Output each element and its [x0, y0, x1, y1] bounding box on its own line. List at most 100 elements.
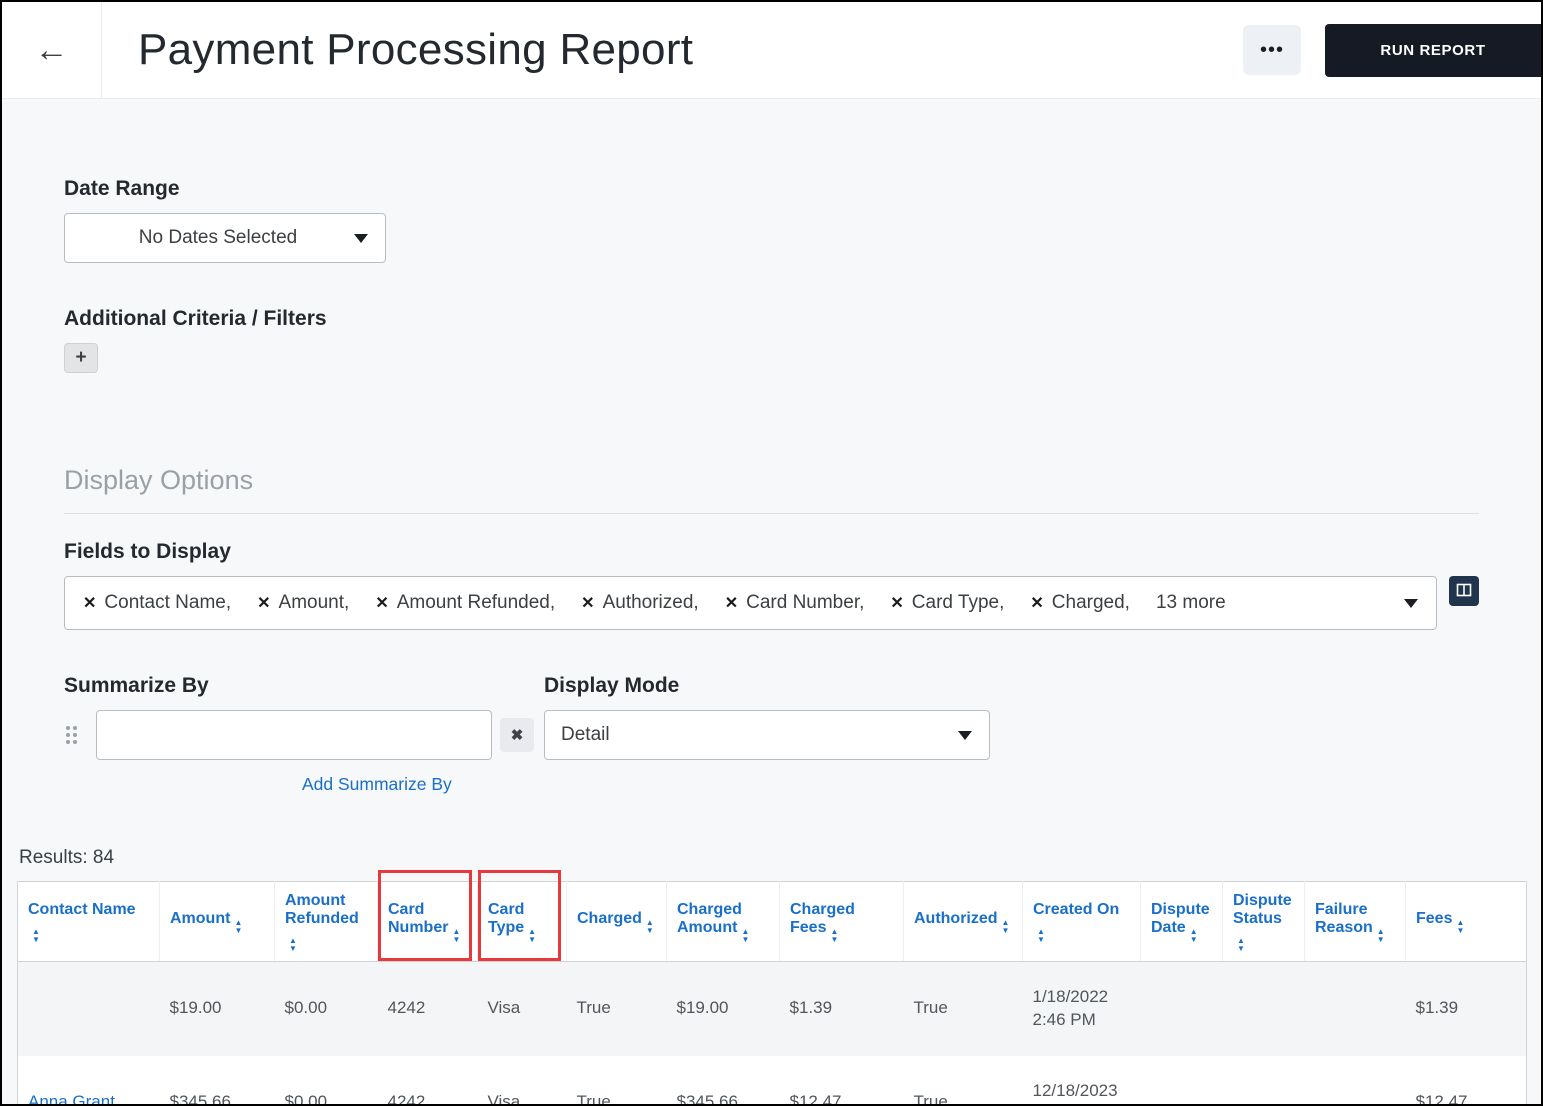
contact-link[interactable]: Anna Grant: [28, 1092, 115, 1104]
remove-icon[interactable]: ✕: [375, 593, 388, 613]
column-header-created-on[interactable]: Created On: [1022, 881, 1141, 962]
cell-created-on: 1/18/2022 2:46 PM: [1022, 961, 1141, 1056]
fields-to-display-row: ✕ Contact Name, ✕ Amount, ✕ Amount Refun…: [64, 576, 1479, 630]
cell-charged: True: [566, 961, 667, 1056]
column-header-fees[interactable]: Fees: [1405, 881, 1527, 962]
more-options-button[interactable]: •••: [1243, 25, 1301, 75]
sort-icon: [1237, 937, 1245, 953]
sort-icon: [32, 928, 40, 944]
table-row: Anna Grant $345.66 $0.00 4242 Visa True …: [17, 1055, 1527, 1104]
add-filter-button[interactable]: +: [64, 343, 98, 373]
remove-icon[interactable]: ✕: [725, 593, 738, 613]
column-header-contact-name[interactable]: Contact Name: [17, 881, 160, 962]
header-row: Contact Name Amount Amount Refunded Card…: [17, 869, 1527, 962]
top-actions: ••• RUN REPORT: [1243, 23, 1541, 77]
filters-section: Date Range No Dates Selected Additional …: [2, 99, 1541, 795]
column-header-amount-refunded[interactable]: Amount Refunded: [274, 881, 378, 962]
summarize-by-input[interactable]: [96, 710, 492, 760]
column-header-charged[interactable]: Charged: [566, 881, 667, 962]
column-header-card-number[interactable]: Card Number: [377, 869, 478, 962]
remove-icon[interactable]: ✕: [890, 593, 903, 613]
cell-authorized: True: [903, 961, 1023, 1056]
cell-fees: $12.47: [1405, 1055, 1527, 1104]
sort-icon: [741, 928, 749, 944]
more-fields-label: 13 more: [1155, 592, 1226, 613]
columns-settings-button[interactable]: [1449, 576, 1479, 606]
cell-card-type: Visa: [477, 1055, 567, 1104]
cell-failure-reason: [1304, 1055, 1406, 1104]
cell-contact-name: Anna Grant: [17, 1055, 160, 1104]
field-chip: ✕ Amount Refunded,: [375, 592, 555, 614]
cell-dispute-status: [1222, 1055, 1305, 1104]
remove-icon[interactable]: ✕: [1030, 593, 1043, 613]
date-range-value: No Dates Selected: [138, 227, 298, 248]
remove-icon[interactable]: ✕: [83, 593, 96, 613]
field-chip-label: Card Type,: [911, 592, 1005, 613]
sort-icon: [289, 937, 297, 953]
plus-icon: +: [75, 347, 87, 368]
sort-icon: [234, 919, 242, 935]
remove-icon[interactable]: ✕: [257, 593, 270, 613]
sort-icon: [528, 928, 536, 944]
content-area: Date Range No Dates Selected Additional …: [2, 99, 1541, 1104]
columns-icon: [1456, 582, 1472, 601]
cell-authorized: True: [903, 1055, 1023, 1104]
chevron-down-icon: [354, 234, 368, 243]
sort-icon: [452, 928, 460, 944]
column-header-charged-amount[interactable]: Charged Amount: [666, 881, 780, 962]
cell-card-number: 4242: [377, 1055, 478, 1104]
back-arrow-icon: ←: [34, 30, 69, 69]
field-chip: ✕ Amount,: [257, 592, 349, 614]
column-header-amount[interactable]: Amount: [159, 881, 275, 962]
date-range-label: Date Range: [64, 177, 180, 200]
cell-card-number: 4242: [377, 961, 478, 1056]
cell-amount-refunded: $0.00: [274, 1055, 378, 1104]
fields-to-display-select[interactable]: ✕ Contact Name, ✕ Amount, ✕ Amount Refun…: [64, 576, 1437, 630]
column-header-authorized[interactable]: Authorized: [903, 881, 1023, 962]
field-chip-label: Amount Refunded,: [396, 592, 556, 613]
sort-icon: [1456, 919, 1464, 935]
display-mode-value: Detail: [561, 724, 610, 745]
field-chip: ✕ Card Type,: [890, 592, 1004, 614]
column-header-failure-reason[interactable]: Failure Reason: [1304, 881, 1406, 962]
field-chip-label: Amount,: [278, 592, 350, 613]
column-header-dispute-status[interactable]: Dispute Status: [1222, 881, 1305, 962]
cell-created-on: 12/18/2023 3:34 PM: [1022, 1055, 1141, 1104]
clear-summarize-button[interactable]: ✖: [500, 718, 534, 752]
ellipsis-icon: •••: [1259, 38, 1284, 61]
add-summarize-by-link[interactable]: Add Summarize By: [302, 774, 452, 795]
back-button[interactable]: ←: [2, 2, 102, 98]
chevron-down-icon: [958, 731, 972, 740]
column-header-card-type[interactable]: Card Type: [477, 869, 567, 962]
cell-amount: $345.66: [159, 1055, 275, 1104]
column-header-dispute-date[interactable]: Dispute Date: [1140, 881, 1223, 962]
page-title: Payment Processing Report: [138, 25, 694, 74]
summarize-controls: ✖: [64, 710, 534, 760]
remove-icon[interactable]: ✕: [581, 593, 594, 613]
run-report-button[interactable]: RUN REPORT: [1325, 23, 1541, 77]
column-header-charged-fees[interactable]: Charged Fees: [779, 881, 904, 962]
cell-dispute-date: [1140, 961, 1223, 1056]
drag-handle-icon[interactable]: [64, 724, 82, 746]
cell-card-type: Visa: [477, 961, 567, 1056]
sort-icon: [1037, 928, 1045, 944]
display-options-heading: Display Options: [64, 465, 254, 495]
top-bar: ← Payment Processing Report ••• RUN REPO…: [2, 2, 1541, 99]
additional-criteria-label: Additional Criteria / Filters: [64, 307, 327, 330]
summarize-by-block: Summarize By ✖ Add Summarize By: [64, 674, 534, 795]
table-row: $19.00 $0.00 4242 Visa True $19.00 $1.39…: [17, 961, 1527, 1056]
summarize-display-row: Summarize By ✖ Add Summarize By Display …: [64, 674, 1479, 795]
cell-dispute-date: [1140, 1055, 1223, 1104]
field-chip-label: Card Number,: [746, 592, 865, 613]
date-range-dropdown[interactable]: No Dates Selected: [64, 213, 386, 263]
results-count: Results: 84: [19, 847, 115, 868]
sort-icon: [1377, 928, 1385, 944]
cell-charged-fees: $1.39: [779, 961, 904, 1056]
field-chip: ✕ Card Number,: [725, 592, 865, 614]
additional-criteria-section: Additional Criteria / Filters +: [64, 307, 1479, 373]
display-mode-dropdown[interactable]: Detail: [544, 710, 990, 760]
section-divider: [64, 513, 1479, 514]
field-chip: ✕ Contact Name,: [83, 592, 231, 614]
results-table: Contact Name Amount Amount Refunded Card…: [17, 869, 1527, 1104]
summarize-by-label: Summarize By: [64, 674, 209, 697]
